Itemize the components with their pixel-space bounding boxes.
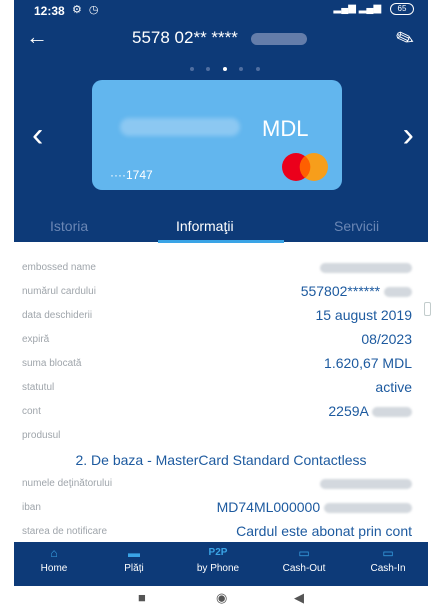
nav-cash-in[interactable]: ▭ Cash-In xyxy=(348,546,428,574)
iban-text: MD74ML000000 xyxy=(216,499,321,515)
iban-value: MD74ML000000 xyxy=(217,499,412,515)
nav-payments-label: Plăți xyxy=(124,563,144,574)
status-right: ▂▄▆ ▂▄▆ 65 xyxy=(333,3,414,15)
pager-dot xyxy=(190,67,194,71)
status-value: active xyxy=(375,379,412,395)
nav-home[interactable]: ⌂ Home xyxy=(14,546,94,574)
status-label: statutul xyxy=(22,382,55,393)
card-number-text: 557802****** xyxy=(300,283,381,299)
info-row-embossed: embossed name xyxy=(14,258,428,280)
card-number-value: 557802****** xyxy=(301,283,412,299)
account-value: 2259A xyxy=(328,403,412,419)
battery-icon: 65 xyxy=(390,3,414,15)
pager-dot-active xyxy=(222,67,227,71)
info-row-expiry: expiră 08/2023 xyxy=(14,330,428,352)
nav-cash-out-label: Cash-Out xyxy=(282,563,326,574)
page-title: 5578 02** **** xyxy=(132,28,307,48)
info-row-status: statutul active xyxy=(14,378,428,400)
card-tabs: Istoria Informaţii Servicii xyxy=(14,210,428,243)
expiry-label: expiră xyxy=(22,334,50,345)
mastercard-logo-icon xyxy=(282,153,328,181)
redacted-text xyxy=(320,479,412,490)
redacted-text xyxy=(324,503,412,514)
nav-p2p-label: by Phone xyxy=(196,563,240,574)
info-row-open-date: data deschiderii 15 august 2019 xyxy=(14,306,428,328)
tab-information[interactable]: Informaţii xyxy=(176,218,234,234)
scroll-edge-marker xyxy=(424,302,431,316)
pager-dot xyxy=(255,67,260,71)
notification-icons: ⚙ ◷ xyxy=(72,4,101,16)
nav-cash-in-label: Cash-In xyxy=(370,563,406,574)
card-number-label: numărul cardului xyxy=(22,286,96,297)
home-circle-icon[interactable]: ◉ xyxy=(216,590,227,606)
holders-value xyxy=(320,475,412,491)
pager-dot xyxy=(239,67,244,71)
status-bar: 12:38 ⚙ ◷ ▂▄▆ ▂▄▆ 65 xyxy=(14,0,428,22)
account-text: 2259A xyxy=(328,403,369,419)
nav-payments[interactable]: ▬ Plăți xyxy=(94,546,174,574)
previous-card-chevron-icon[interactable]: ‹ xyxy=(32,118,43,152)
card-balance-redacted xyxy=(120,118,240,136)
info-row-account: cont 2259A xyxy=(14,402,428,424)
notify-value: Cardul este abonat prin cont xyxy=(236,523,412,539)
tab-services[interactable]: Servicii xyxy=(334,218,379,234)
status-time: 12:38 xyxy=(34,4,65,18)
embossed-name-value xyxy=(320,259,412,275)
nav-cash-out[interactable]: ▭ Cash-Out xyxy=(264,546,344,574)
notify-label: starea de notificare xyxy=(22,526,108,537)
back-arrow-icon[interactable]: ← xyxy=(26,26,48,48)
info-row-blocked: suma blocată 1.620,67 MDL xyxy=(14,354,428,376)
card-header: 12:38 ⚙ ◷ ▂▄▆ ▂▄▆ 65 ← 5578 02** **** ✎ … xyxy=(14,0,428,243)
blocked-sum-value: 1.620,67 MDL xyxy=(324,355,412,371)
open-date-label: data deschiderii xyxy=(22,310,93,321)
card-pager-dots xyxy=(186,58,264,76)
card-info-list: embossed name numărul cardului 557802***… xyxy=(14,242,428,542)
back-triangle-icon[interactable]: ◀ xyxy=(294,590,304,606)
home-icon: ⌂ xyxy=(50,546,58,560)
blocked-sum-label: suma blocată xyxy=(22,358,82,369)
info-row-product-label: produsul xyxy=(14,426,428,448)
redacted-text xyxy=(320,263,412,274)
nav-p2p[interactable]: P2P by Phone xyxy=(178,546,258,574)
iban-label: iban xyxy=(22,502,41,513)
info-row-iban: iban MD74ML000000 xyxy=(14,498,428,520)
system-navigation-bar: ■ ◉ ◀ xyxy=(14,586,428,609)
next-card-chevron-icon[interactable]: › xyxy=(403,118,414,152)
title-redacted xyxy=(250,32,307,45)
expiry-value: 08/2023 xyxy=(361,331,412,347)
card-title-text: 5578 02** **** xyxy=(132,28,238,47)
phone-screen: 12:38 ⚙ ◷ ▂▄▆ ▂▄▆ 65 ← 5578 02** **** ✎ … xyxy=(14,0,428,609)
embossed-name-label: embossed name xyxy=(22,262,96,273)
holders-label: numele deţinătorului xyxy=(22,478,113,489)
atm-icon: ▭ xyxy=(298,546,310,560)
info-row-notify: starea de notificare Cardul este abonat … xyxy=(14,522,428,544)
atm-icon: ▭ xyxy=(382,546,394,560)
info-row-card-number: numărul cardului 557802****** xyxy=(14,282,428,304)
tab-history[interactable]: Istoria xyxy=(50,218,88,234)
p2p-label: P2P xyxy=(208,547,228,558)
card-currency: MDL xyxy=(262,116,309,141)
nav-home-label: Home xyxy=(40,563,68,574)
edit-icon[interactable]: ✎ xyxy=(392,24,418,55)
info-row-holders: numele deţinătorului xyxy=(14,474,428,496)
signal-icon: ▂▄▆ ▂▄▆ xyxy=(333,3,382,14)
pager-dot xyxy=(206,67,211,71)
wallet-icon: ▬ xyxy=(128,546,140,560)
recent-apps-icon[interactable]: ■ xyxy=(138,590,146,605)
card-number-last4: ····1747 xyxy=(110,168,153,182)
product-value: 2. De baza - MasterCard Standard Contact… xyxy=(75,452,367,468)
open-date-value: 15 august 2019 xyxy=(315,307,412,323)
redacted-text xyxy=(372,407,412,418)
account-label: cont xyxy=(22,406,41,417)
product-label: produsul xyxy=(22,430,61,441)
bottom-navigation: ⌂ Home ▬ Plăți P2P by Phone ▭ Cash-Out ▭… xyxy=(14,542,428,586)
redacted-text xyxy=(384,287,412,298)
info-row-product-value: 2. De baza - MasterCard Standard Contact… xyxy=(14,450,428,472)
bank-card[interactable]: MDL ····1747 xyxy=(92,80,342,190)
